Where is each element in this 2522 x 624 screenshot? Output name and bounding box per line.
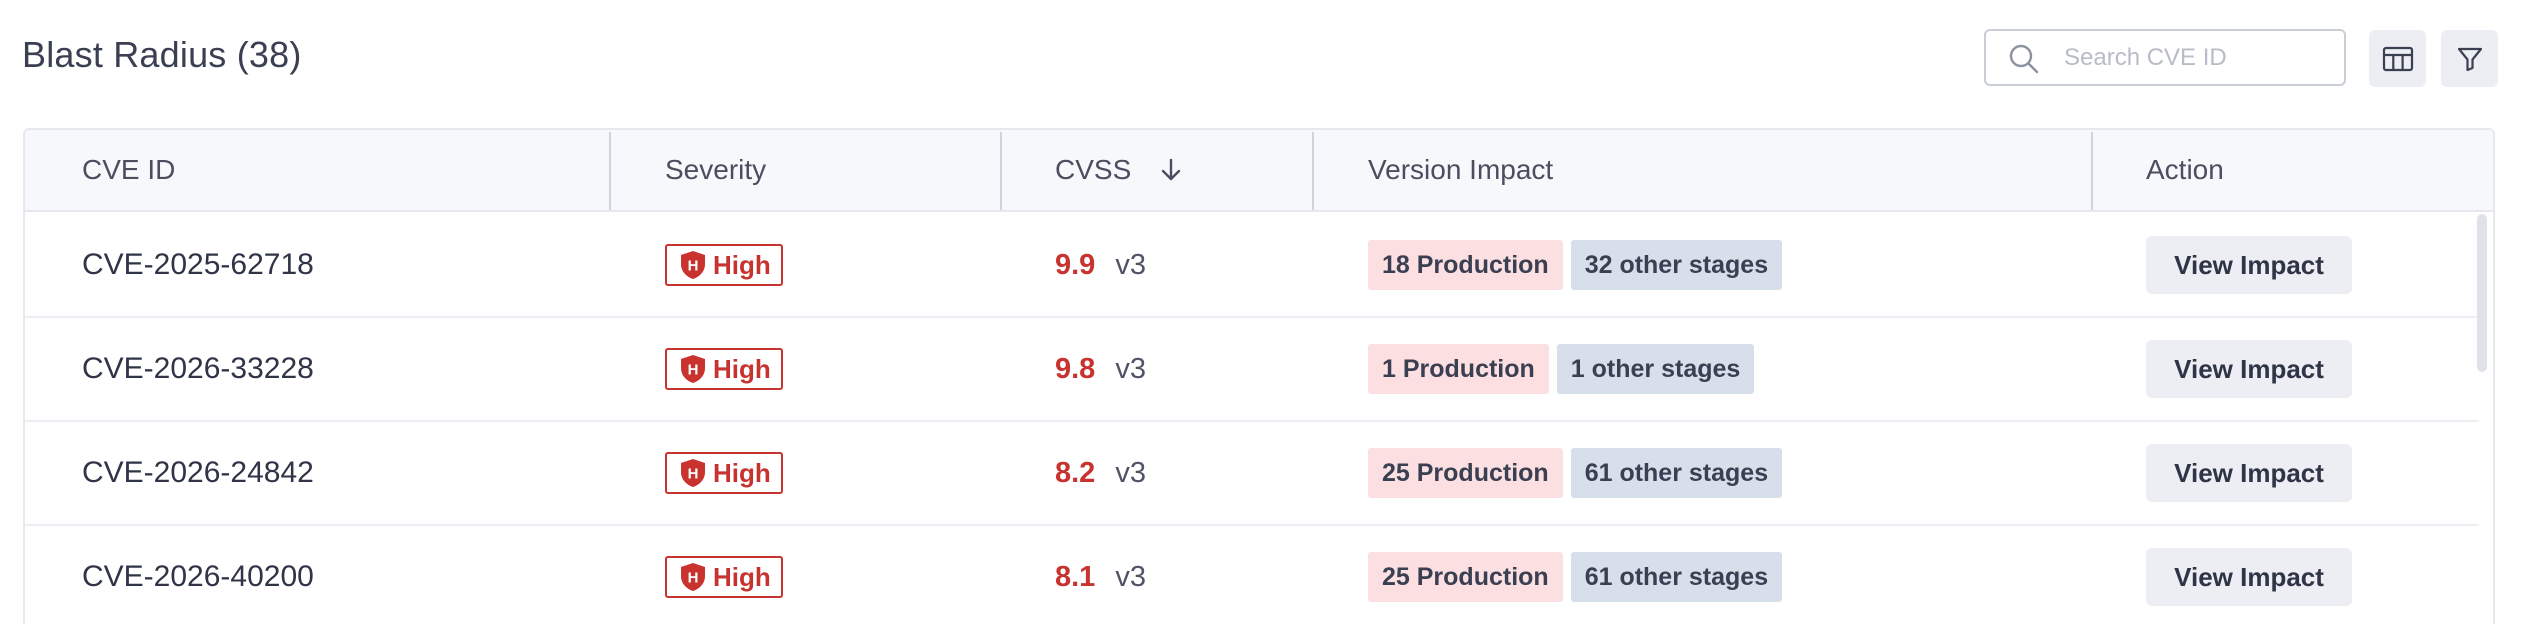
column-resize-handle[interactable] — [609, 132, 611, 210]
filter-button[interactable] — [2441, 30, 2498, 87]
severity-label: High — [713, 561, 771, 592]
severity-label: High — [713, 353, 771, 384]
shield-icon: H — [681, 459, 705, 487]
shield-icon: H — [681, 355, 705, 383]
search-icon — [2009, 44, 2039, 74]
column-header-cvss[interactable]: CVSS — [1055, 130, 1185, 210]
columns-icon — [2382, 46, 2413, 71]
severity-label: High — [713, 457, 771, 488]
column-header-severity[interactable]: Severity — [665, 130, 766, 210]
cvss-version: v3 — [1115, 352, 1146, 385]
severity-label: High — [713, 249, 771, 280]
view-impact-button[interactable]: View Impact — [2146, 548, 2352, 606]
other-stages-tag: 1 other stages — [1556, 344, 1755, 394]
table-header: CVE ID Severity CVSS Version Impact Acti… — [25, 130, 2493, 212]
table-row: CVE-2026-33228 H High 9.8 v3 1 Productio… — [25, 318, 2479, 422]
column-header-action: Action — [2146, 154, 2224, 185]
severity-badge: H High — [665, 244, 783, 286]
other-stages-tag: 32 other stages — [1570, 240, 1783, 290]
cvss-version: v3 — [1115, 456, 1146, 489]
column-header-version-impact[interactable]: Version Impact — [1368, 130, 1553, 210]
cve-table: CVE ID Severity CVSS Version Impact Acti… — [23, 128, 2495, 624]
cve-id: CVE-2026-33228 — [82, 352, 314, 385]
cvss-score: 8.1 — [1055, 560, 1096, 593]
production-tag: 25 Production — [1368, 552, 1563, 602]
svg-text:H: H — [688, 362, 699, 379]
cvss-version: v3 — [1115, 248, 1146, 281]
filter-icon — [2457, 47, 2482, 71]
cve-id: CVE-2026-40200 — [82, 560, 314, 593]
column-header-cve-id[interactable]: CVE ID — [82, 130, 175, 210]
cvss-score: 9.9 — [1055, 248, 1096, 281]
svg-text:H: H — [688, 466, 699, 483]
cvss-score: 8.2 — [1055, 456, 1096, 489]
view-impact-button[interactable]: View Impact — [2146, 236, 2352, 294]
column-resize-handle[interactable] — [2091, 132, 2093, 210]
page-header: Blast Radius (38) — [0, 0, 2522, 120]
table-row: CVE-2026-40200 H High 8.1 v3 25 Producti… — [25, 526, 2479, 624]
severity-badge: H High — [665, 452, 783, 494]
other-stages-tag: 61 other stages — [1570, 448, 1783, 498]
other-stages-tag: 61 other stages — [1570, 552, 1783, 602]
view-impact-button[interactable]: View Impact — [2146, 444, 2352, 502]
page-title: Blast Radius (38) — [22, 34, 302, 75]
production-tag: 18 Production — [1368, 240, 1563, 290]
svg-text:H: H — [688, 258, 699, 275]
column-resize-handle[interactable] — [1312, 132, 1314, 210]
table-row: CVE-2025-62718 H High 9.9 v3 18 Producti… — [25, 214, 2479, 318]
view-impact-button[interactable]: View Impact — [2146, 340, 2352, 398]
production-tag: 1 Production — [1368, 344, 1549, 394]
severity-badge: H High — [665, 556, 783, 598]
shield-icon: H — [681, 563, 705, 591]
table-row: CVE-2026-24842 H High 8.2 v3 25 Producti… — [25, 422, 2479, 526]
svg-text:H: H — [688, 570, 699, 587]
scrollbar-thumb[interactable] — [2477, 214, 2487, 372]
columns-button[interactable] — [2369, 30, 2426, 87]
column-header-cvss-label: CVSS — [1055, 154, 1132, 185]
cve-id: CVE-2025-62718 — [82, 248, 314, 281]
cve-id: CVE-2026-24842 — [82, 456, 314, 489]
search-box[interactable] — [1984, 29, 2346, 86]
shield-icon: H — [681, 251, 705, 279]
cvss-score: 9.8 — [1055, 352, 1096, 385]
production-tag: 25 Production — [1368, 448, 1563, 498]
arrow-down-icon[interactable] — [1157, 156, 1185, 184]
severity-badge: H High — [665, 348, 783, 390]
cvss-version: v3 — [1115, 560, 1146, 593]
column-resize-handle[interactable] — [1000, 132, 1002, 210]
search-input[interactable] — [2064, 41, 2334, 75]
